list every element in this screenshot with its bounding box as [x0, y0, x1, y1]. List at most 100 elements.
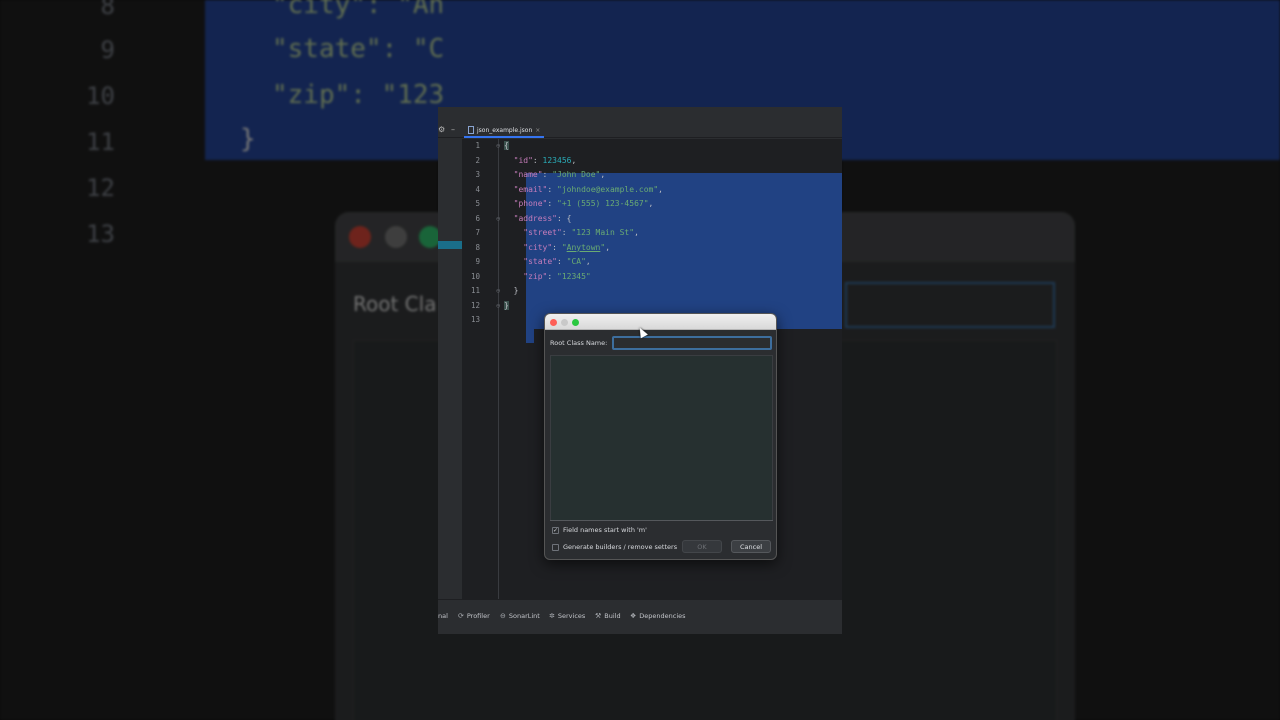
fold-icon[interactable]: ⊖ — [496, 212, 500, 227]
json-value: "+1 (555) 123-4567" — [557, 199, 649, 208]
json-key: "email" — [513, 184, 548, 194]
bg-code-line: "state": "C — [272, 34, 445, 64]
line-number: 1 — [475, 141, 480, 150]
brace: } — [504, 300, 509, 310]
line-number: 3 — [475, 170, 480, 179]
line-number: 13 — [470, 315, 480, 324]
zoom-window-button[interactable] — [572, 318, 579, 326]
line-number: 12 — [470, 300, 480, 310]
line-number: 8 — [475, 242, 480, 252]
code-line-10: 10 "zip": "12345" — [462, 270, 842, 285]
bg-gutter-number: 11 — [86, 128, 115, 156]
minimize-icon[interactable]: – — [451, 125, 455, 134]
close-window-button[interactable] — [550, 318, 557, 326]
line-number: 5 — [475, 199, 480, 208]
code-line-6: 6 ⊖ "address": { — [462, 212, 842, 227]
json-value: 123456 — [542, 155, 572, 165]
profiler-icon: ⟳ — [458, 612, 464, 620]
root-class-input[interactable] — [612, 336, 772, 350]
json-value: "johndoe@example.com" — [557, 184, 659, 194]
json-key: "street" — [523, 228, 562, 237]
sonarlint-icon: ⊖ — [500, 612, 506, 620]
code-line-7: 7 "street": "123 Main St", — [462, 226, 842, 241]
line-number: 10 — [470, 271, 480, 281]
code-line-5: 5 "phone": "+1 (555) 123-4567", — [462, 197, 842, 212]
ok-button[interactable]: OK — [682, 540, 722, 553]
generate-builders-label: Generate builders / remove setters — [563, 543, 678, 551]
bg-red-dot — [349, 226, 371, 248]
fold-icon[interactable]: ⊖ — [496, 284, 500, 299]
services-tool-button[interactable]: ✲ Services — [549, 612, 585, 620]
json-value: "123 Main St" — [571, 228, 635, 237]
json-key: "city" — [523, 242, 553, 252]
dialog-titlebar[interactable] — [545, 314, 776, 330]
line-number: 9 — [475, 257, 480, 266]
json-key: "phone" — [513, 199, 548, 208]
sidebar-highlight — [438, 241, 462, 249]
field-names-m-option[interactable]: ✓ Field names start with 'm' — [552, 526, 647, 534]
brace: { — [504, 141, 509, 150]
json-value: "12345" — [557, 271, 591, 281]
bg-gutter-number: 13 — [86, 220, 115, 248]
bottom-bar-label: Services — [557, 612, 586, 620]
bottom-bar-label: Build — [604, 612, 621, 620]
root-class-dialog: Root Class Name: ✓ Field names start wit… — [544, 313, 777, 560]
bg-gray-dot — [385, 226, 407, 248]
dependencies-tool-button[interactable]: ❖ Dependencies — [630, 612, 686, 620]
json-key: "id" — [513, 155, 533, 165]
generate-builders-checkbox[interactable] — [552, 543, 559, 551]
line-number: 6 — [475, 213, 480, 223]
json-value: "CA" — [566, 257, 586, 266]
bottom-bar-label: SonarLint — [508, 612, 540, 620]
bg-gutter-number: 10 — [86, 82, 115, 110]
dialog-divider — [550, 520, 773, 521]
json-key: "address" — [513, 213, 557, 223]
json-key: "zip" — [523, 271, 548, 281]
line-number: 2 — [475, 155, 480, 165]
services-icon: ✲ — [549, 612, 555, 620]
screen: 8 9 10 11 12 13 "city": "An "state": "C … — [0, 0, 1280, 720]
json-value: "John Doe" — [552, 170, 601, 179]
profiler-tool-button[interactable]: ⟳ Profiler — [458, 612, 490, 620]
json-input-area[interactable] — [550, 355, 773, 521]
fold-icon[interactable]: ⊖ — [496, 139, 500, 154]
sonarlint-tool-button[interactable]: ⊖ SonarLint — [500, 612, 540, 620]
bg-dialog-field — [845, 282, 1055, 328]
close-icon[interactable]: × — [535, 127, 540, 134]
json-key: "name" — [513, 170, 543, 179]
code-line-4: 4 "email": "johndoe@example.com", — [462, 183, 842, 198]
code-line-3: 3 "name": "John Doe", — [462, 168, 842, 183]
code-line-8: 8 "city": "Anytown", — [462, 241, 842, 256]
code-line-11: 11 ⊖ } — [462, 284, 842, 299]
json-file-icon — [468, 126, 474, 134]
bottom-bar-label: nal — [438, 612, 448, 620]
generate-builders-option[interactable]: Generate builders / remove setters — [552, 543, 677, 551]
line-number: 11 — [470, 286, 480, 295]
bottom-bar-label: Profiler — [466, 612, 490, 620]
build-tool-button[interactable]: ⚒ Build — [595, 612, 621, 620]
tab-json-example[interactable]: json_example.json × — [464, 124, 545, 138]
json-value: Anytown — [566, 242, 601, 252]
tab-label: json_example.json — [477, 126, 533, 134]
bg-gutter: 8 9 10 11 12 13 — [60, 0, 205, 720]
code-line-2: 2 "id": 123456, — [462, 154, 842, 169]
gear-icon[interactable]: ⚙ — [438, 125, 445, 134]
bg-code-line: } — [240, 124, 256, 154]
cancel-button[interactable]: Cancel — [731, 540, 771, 553]
root-class-label: Root Class Name: — [550, 339, 608, 347]
text-selection-end — [526, 329, 534, 343]
terminal-tool-button[interactable]: nal — [438, 612, 448, 620]
field-names-m-checkbox[interactable]: ✓ — [552, 526, 559, 534]
line-number: 4 — [475, 184, 480, 194]
tool-window-bar: nal ⟳ Profiler ⊖ SonarLint ✲ Services ⚒ … — [438, 599, 842, 634]
hammer-icon: ⚒ — [595, 612, 602, 620]
bg-code-line: "zip": "123 — [272, 80, 445, 110]
dependencies-icon: ❖ — [630, 612, 637, 620]
editor-tab-bar: ⚙ – json_example.json × — [438, 107, 842, 138]
bg-code-line: "city": "An — [272, 0, 445, 20]
field-names-m-label: Field names start with 'm' — [563, 526, 647, 534]
tool-window-strip — [438, 139, 462, 599]
fold-icon[interactable]: ⊖ — [496, 299, 500, 314]
bottom-bar-label: Dependencies — [639, 612, 686, 620]
minimize-window-button[interactable] — [561, 318, 568, 326]
